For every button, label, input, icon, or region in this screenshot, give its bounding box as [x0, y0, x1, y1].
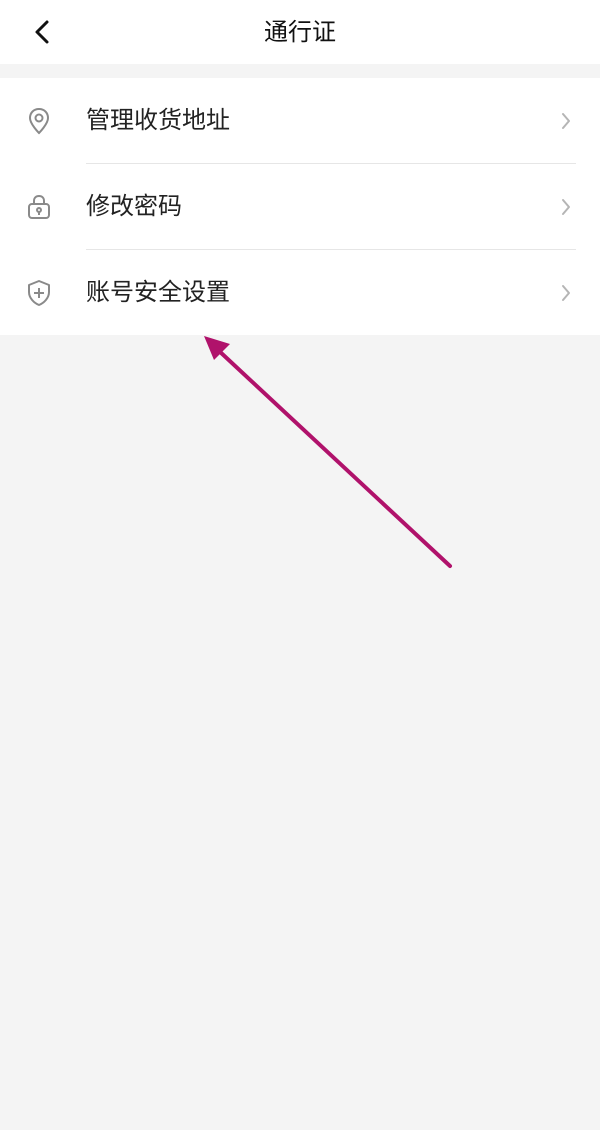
chevron-right-icon — [558, 197, 574, 217]
menu-item-account-security[interactable]: 账号安全设置 — [0, 250, 600, 335]
chevron-right-icon — [558, 111, 574, 131]
menu-item-label: 管理收货地址 — [86, 106, 230, 134]
location-pin-icon — [24, 106, 54, 136]
settings-list: 管理收货地址 修改密码 账号安全设置 — [0, 78, 600, 335]
menu-item-manage-address[interactable]: 管理收货地址 — [0, 78, 600, 163]
chevron-right-icon — [558, 283, 574, 303]
shield-plus-icon — [24, 278, 54, 308]
page-title: 通行证 — [264, 18, 336, 46]
lock-icon — [24, 192, 54, 222]
menu-item-label: 账号安全设置 — [86, 278, 230, 306]
section-gap — [0, 64, 600, 78]
menu-item-change-password[interactable]: 修改密码 — [0, 164, 600, 249]
top-bar: 通行证 — [0, 0, 600, 64]
menu-item-label: 修改密码 — [86, 192, 182, 220]
